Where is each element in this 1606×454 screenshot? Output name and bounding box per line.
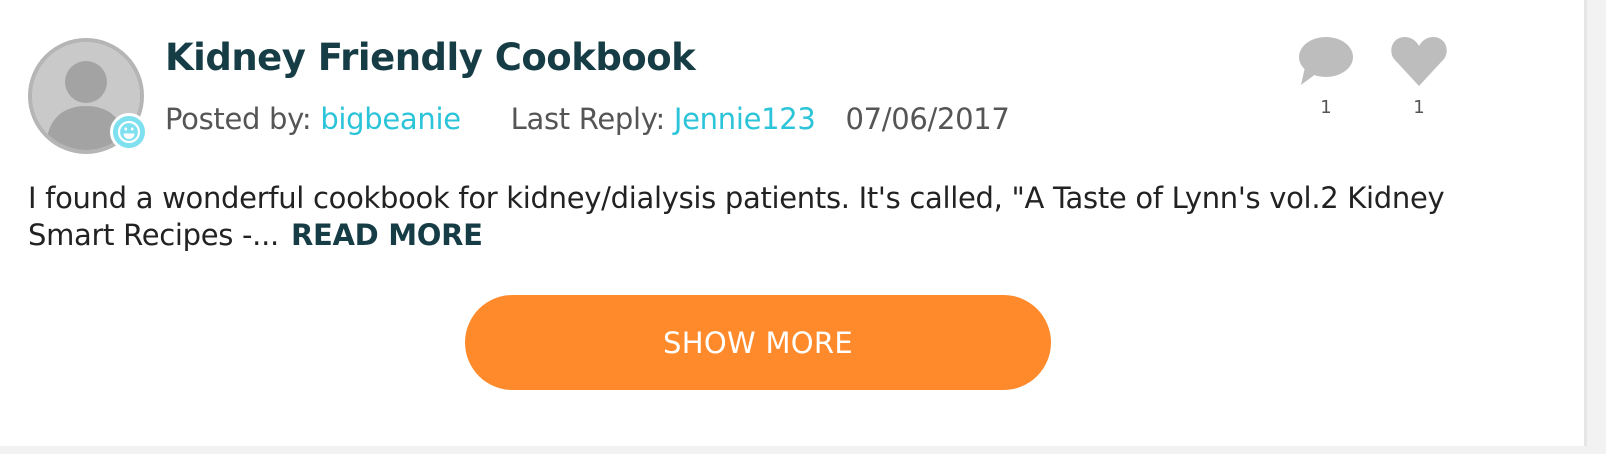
comment-count: 1 [1320, 97, 1332, 118]
last-reply-user-link[interactable]: Jennie123 [674, 102, 816, 136]
comment-button[interactable]: 1 [1291, 35, 1361, 118]
speech-bubble-icon [1299, 37, 1353, 85]
post-excerpt: I found a wonderful cookbook for kidney/… [28, 180, 1488, 254]
excerpt-text: I found a wonderful cookbook for kidney/… [28, 181, 1445, 252]
like-button[interactable]: 1 [1384, 35, 1454, 118]
like-count: 1 [1413, 97, 1425, 118]
show-more-button[interactable]: SHOW MORE [465, 295, 1051, 390]
posted-by-label: Posted by: [165, 102, 312, 136]
smiley-face-icon [117, 120, 141, 144]
author-link[interactable]: bigbeanie [320, 102, 461, 136]
read-more-link[interactable]: READ MORE [291, 218, 483, 252]
post-meta: Posted by: bigbeanie Last Reply: Jennie1… [165, 102, 1010, 136]
post-title[interactable]: Kidney Friendly Cookbook [165, 36, 696, 79]
post-date: 07/06/2017 [845, 102, 1010, 136]
discussion-card: Kidney Friendly Cookbook Posted by: bigb… [0, 0, 1587, 446]
heart-icon [1391, 37, 1447, 86]
last-reply-label: Last Reply: [510, 102, 666, 136]
smiley-badge [110, 113, 148, 151]
